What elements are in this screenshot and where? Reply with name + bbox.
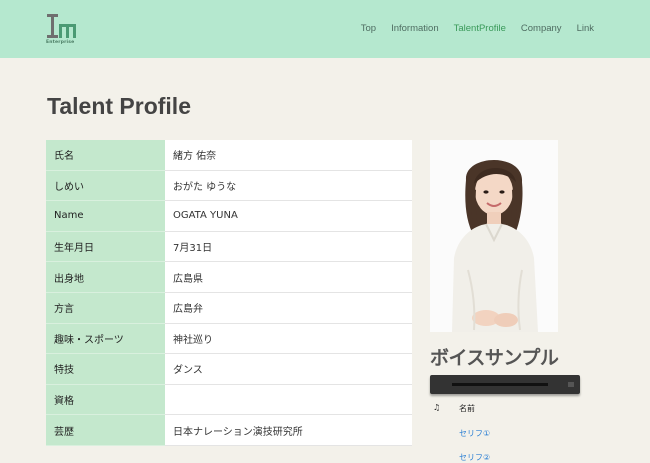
talent-portrait-image [430, 140, 558, 332]
volume-icon[interactable] [568, 382, 574, 387]
music-note-icon: ♫ [433, 403, 441, 412]
table-row: 方言 広島弁 [46, 292, 412, 324]
row-label: 出身地 [46, 261, 165, 293]
table-row: 芸歴 日本ナレーション演技研究所 [46, 414, 412, 446]
table-row: しめい おがた ゆうな [46, 170, 412, 202]
row-value: おがた ゆうな [165, 170, 412, 202]
row-label: Name [46, 200, 165, 232]
main-nav: Top Information TalentProfile Company Li… [346, 23, 594, 34]
table-row: 特技 ダンス [46, 353, 412, 385]
nav-link-talentprofile[interactable]: TalentProfile [454, 23, 506, 34]
track-link[interactable]: セリフ① [459, 428, 490, 439]
table-row: Name OGATA YUNA [46, 200, 412, 232]
row-label: 特技 [46, 353, 165, 385]
table-row: 出身地 広島県 [46, 261, 412, 293]
site-logo[interactable]: Enterprise [46, 13, 78, 47]
row-value: 広島県 [165, 261, 412, 293]
row-label: 方言 [46, 292, 165, 324]
track-name-column-label: 名前 [459, 404, 475, 413]
site-header: Enterprise Top Information TalentProfile… [0, 0, 650, 58]
table-row: 氏名 緒方 佑奈 [46, 140, 412, 171]
nav-link-information[interactable]: Information [391, 23, 439, 34]
row-label: 生年月日 [46, 231, 165, 263]
row-label: 趣味・スポーツ [46, 323, 165, 355]
row-value: ダンス [165, 353, 412, 385]
row-label: 氏名 [46, 140, 165, 171]
logo-subtitle: Enterprise [46, 40, 75, 45]
row-label: 資格 [46, 384, 165, 416]
talent-photo [430, 140, 558, 332]
row-value: 7月31日 [165, 231, 412, 263]
table-row: 生年月日 7月31日 [46, 231, 412, 263]
voice-sample-title: ボイスサンプル [430, 347, 559, 369]
track-link[interactable]: セリフ② [459, 452, 490, 463]
row-value: 広島弁 [165, 292, 412, 324]
row-value: 緒方 佑奈 [165, 140, 412, 171]
table-row: 趣味・スポーツ 神社巡り [46, 323, 412, 355]
im-enterprise-logo-icon [47, 14, 76, 38]
audio-player[interactable] [430, 375, 580, 394]
nav-link-company[interactable]: Company [521, 23, 562, 34]
nav-link-link[interactable]: Link [577, 23, 594, 34]
table-row: 資格 [46, 384, 412, 416]
row-value: 日本ナレーション演技研究所 [165, 414, 412, 446]
row-label: 芸歴 [46, 414, 165, 446]
row-value: OGATA YUNA [165, 200, 412, 232]
audio-progress-bar[interactable] [452, 383, 548, 386]
profile-table: 氏名 緒方 佑奈 しめい おがた ゆうな Name OGATA YUNA 生年月… [46, 140, 412, 446]
row-value [165, 384, 412, 416]
page-title: Talent Profile [47, 93, 191, 119]
row-value: 神社巡り [165, 323, 412, 355]
row-label: しめい [46, 170, 165, 202]
nav-link-top[interactable]: Top [361, 23, 376, 34]
